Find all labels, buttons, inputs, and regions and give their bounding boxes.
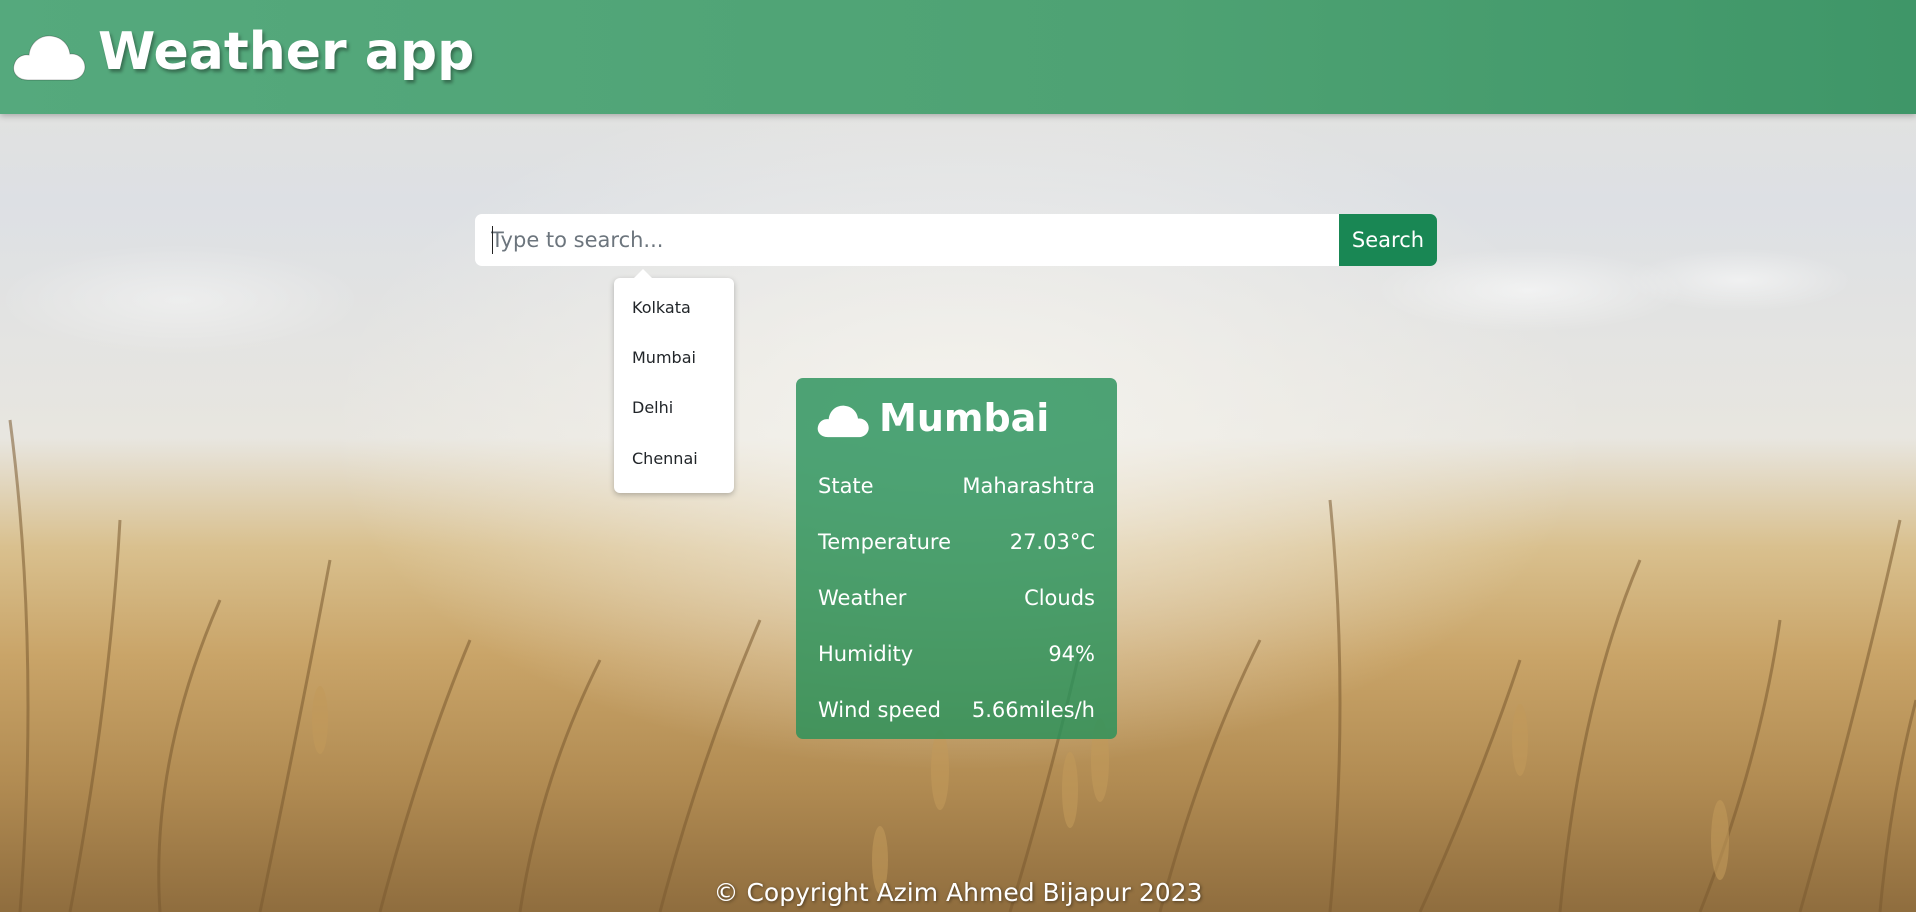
state-row: State Maharashtra [818, 474, 1095, 498]
suggestion-mumbai[interactable]: Mumbai [632, 348, 696, 367]
humidity-value: 94% [1048, 642, 1095, 666]
text-cursor [492, 226, 493, 254]
humidity-label: Humidity [818, 642, 914, 666]
search-bar: Search [475, 214, 1437, 266]
suggestion-delhi[interactable]: Delhi [632, 398, 673, 417]
city-name: Mumbai [879, 396, 1050, 440]
cloud-icon [817, 405, 869, 438]
wind-speed-label: Wind speed [818, 698, 941, 722]
wind-speed-row: Wind speed 5.66miles/h [818, 698, 1095, 722]
suggestion-chennai[interactable]: Chennai [632, 449, 698, 468]
app-header: Weather app [0, 0, 1916, 114]
state-label: State [818, 474, 874, 498]
temperature-value: 27.03°C [1009, 530, 1095, 554]
search-suggestions-dropdown: Kolkata Mumbai Delhi Chennai [614, 269, 734, 493]
humidity-row: Humidity 94% [818, 642, 1095, 666]
wind-speed-value: 5.66miles/h [971, 698, 1095, 722]
search-button[interactable]: Search [1339, 214, 1437, 266]
weather-value: Clouds [1024, 586, 1095, 610]
copyright-footer: © Copyright Azim Ahmed Bijapur 2023 [713, 878, 1203, 907]
cloud-icon [13, 35, 86, 81]
weather-card: Mumbai State Maharashtra Temperature 27.… [796, 378, 1117, 739]
search-input[interactable] [475, 214, 1339, 266]
state-value: Maharashtra [962, 474, 1095, 498]
app-title: Weather app [98, 22, 475, 82]
temperature-row: Temperature 27.03°C [818, 530, 1095, 554]
weather-row: Weather Clouds [818, 586, 1095, 610]
temperature-label: Temperature [818, 530, 952, 554]
weather-label: Weather [818, 586, 907, 610]
suggestion-kolkata[interactable]: Kolkata [632, 298, 691, 317]
